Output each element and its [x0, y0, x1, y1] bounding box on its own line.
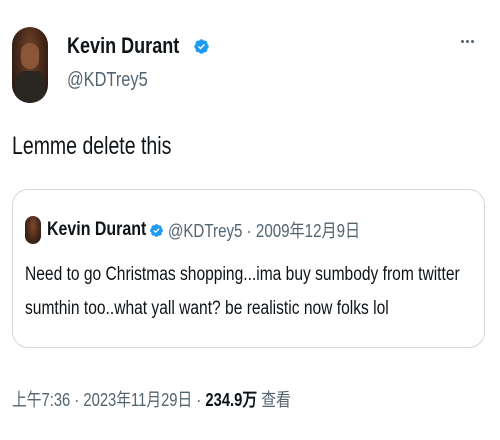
author-handle[interactable]: @KDTrey5 — [67, 69, 148, 92]
meta-separator: · — [246, 221, 252, 241]
author-name-row: Kevin Durant — [67, 33, 210, 59]
more-dot — [460, 39, 464, 43]
avatar-face — [21, 43, 39, 69]
views-label: 查看 — [261, 390, 291, 410]
quoted-tweet-header: Kevin Durant @KDTrey5 · 2009年12月9日 — [25, 216, 397, 244]
footer-separator: · — [74, 390, 80, 410]
tweet-footer: 上午7:36 · 2023年11月29日 · 234.9万 查看 — [12, 386, 291, 412]
avatar-body — [15, 71, 45, 103]
verified-badge-icon — [150, 223, 164, 237]
views-count: 234.9万 — [205, 390, 258, 410]
author-avatar[interactable] — [12, 27, 48, 103]
tweet-text: Lemme delete this — [12, 132, 172, 160]
tweet-card: Kevin Durant @KDTrey5 Lemme delete this … — [0, 0, 500, 440]
footer-separator: · — [196, 390, 202, 410]
quoted-author-handle: @KDTrey5 — [168, 221, 243, 241]
quoted-tweet-meta: @KDTrey5 · 2009年12月9日 — [168, 217, 360, 243]
quoted-tweet-text: Need to go Christmas shopping...ima buy … — [25, 264, 460, 319]
tweet-header: Kevin Durant @KDTrey5 — [12, 22, 488, 103]
more-dot — [470, 39, 474, 43]
more-dot — [465, 39, 469, 43]
verified-badge-icon — [194, 38, 209, 54]
quoted-tweet-date: 2009年12月9日 — [256, 221, 361, 241]
author-display-name[interactable]: Kevin Durant — [67, 33, 179, 59]
tweet-time[interactable]: 上午7:36 — [12, 390, 70, 410]
more-options-icon[interactable] — [456, 30, 478, 52]
quoted-tweet[interactable]: Kevin Durant @KDTrey5 · 2009年12月9日 Need … — [12, 189, 485, 348]
tweet-date[interactable]: 2023年11月29日 — [83, 390, 192, 410]
quoted-author-avatar — [25, 216, 41, 244]
quoted-author-display-name: Kevin Durant — [47, 219, 147, 240]
